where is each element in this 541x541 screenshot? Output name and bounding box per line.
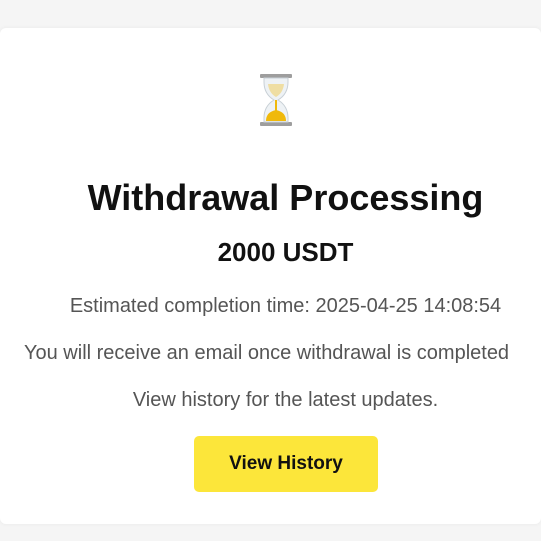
hourglass-icon: [260, 74, 292, 126]
page-title: Withdrawal Processing: [87, 177, 484, 218]
history-hint-text: View history for the latest updates.: [132, 389, 439, 411]
email-notice-text: You will receive an email once withdrawa…: [24, 342, 510, 364]
view-history-button[interactable]: View History: [194, 436, 378, 492]
withdrawal-status-card: Withdrawal Processing 2000 USDT Estimate…: [0, 28, 541, 524]
withdrawal-amount: 2000 USDT: [217, 237, 354, 267]
estimated-completion-text: Estimated completion time: 2025-04-25 14…: [69, 295, 502, 317]
